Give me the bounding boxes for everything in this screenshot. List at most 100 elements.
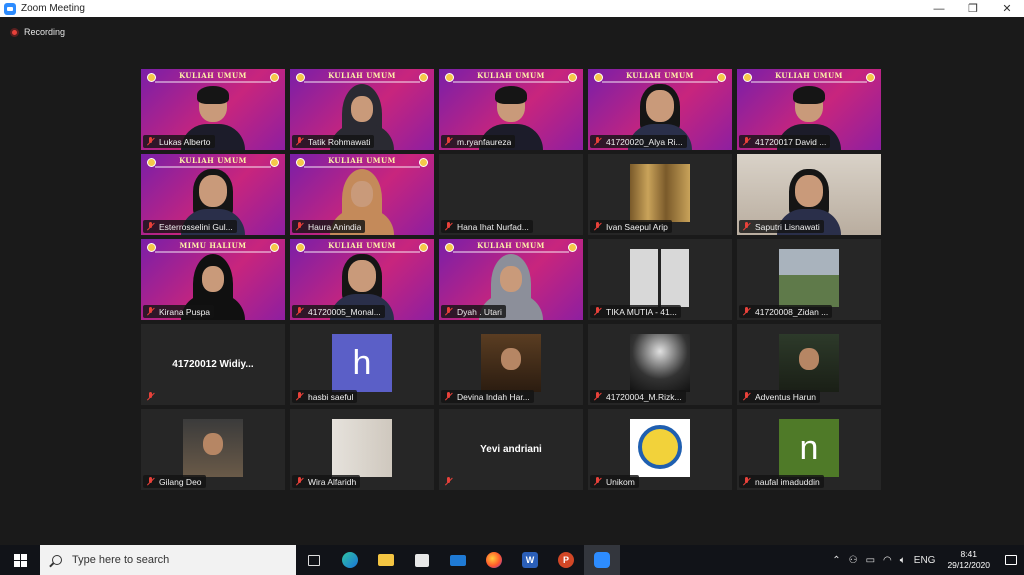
participant-tile[interactable]: Wira Alfaridh bbox=[290, 409, 434, 490]
badge-icon bbox=[419, 73, 428, 82]
mic-muted-icon[interactable] bbox=[295, 137, 304, 146]
notification-button[interactable] bbox=[998, 545, 1024, 575]
participant-tile[interactable]: KULIAH UMUM 41720017 David ... bbox=[737, 69, 881, 150]
chevron-up-icon[interactable]: ⌃ bbox=[828, 555, 844, 566]
volume-icon[interactable]: 🔈︎ bbox=[896, 555, 910, 566]
mic-muted-icon[interactable] bbox=[444, 392, 453, 401]
firefox-button[interactable] bbox=[476, 545, 512, 575]
mail-button[interactable] bbox=[440, 545, 476, 575]
badge-icon bbox=[445, 73, 454, 82]
participant-tile[interactable]: 41720012 Widiy... bbox=[141, 324, 285, 405]
participant-name: Unikom bbox=[606, 476, 635, 487]
participant-tile[interactable]: KULIAH UMUM Esterrosselini Gul... bbox=[141, 154, 285, 235]
edge-button[interactable] bbox=[332, 545, 368, 575]
participant-tile[interactable]: n naufal imaduddin bbox=[737, 409, 881, 490]
window-title: Zoom Meeting bbox=[21, 3, 85, 14]
word-button[interactable]: W bbox=[512, 545, 548, 575]
participant-nameplate: Devina Indah Har... bbox=[441, 390, 534, 403]
participant-tile[interactable]: h hasbi saeful bbox=[290, 324, 434, 405]
participant-tile[interactable]: KULIAH UMUM 41720005_Monal... bbox=[290, 239, 434, 320]
participant-picture bbox=[630, 419, 690, 477]
mic-muted-icon[interactable] bbox=[444, 477, 453, 486]
participant-tile[interactable]: Unikom bbox=[588, 409, 732, 490]
participant-tile[interactable]: Saputri Lisnawati bbox=[737, 154, 881, 235]
mic-muted-icon[interactable] bbox=[295, 392, 304, 401]
mic-muted-icon[interactable] bbox=[295, 307, 304, 316]
participant-nameplate: 41720005_Monal... bbox=[292, 305, 385, 318]
participant-tile[interactable]: 41720004_M.Rizk... bbox=[588, 324, 732, 405]
mic-muted-icon[interactable] bbox=[444, 137, 453, 146]
banner-title: KULIAH UMUM bbox=[775, 71, 843, 80]
wifi-icon[interactable]: ◠ bbox=[879, 555, 896, 566]
mic-muted-icon[interactable] bbox=[742, 137, 751, 146]
participant-tile[interactable]: Yevi andriani bbox=[439, 409, 583, 490]
participant-picture bbox=[332, 419, 392, 477]
mic-muted-icon[interactable] bbox=[146, 137, 155, 146]
mic-muted-icon[interactable] bbox=[742, 222, 751, 231]
participant-tile[interactable]: KULIAH UMUM Dyah . Utari bbox=[439, 239, 583, 320]
participant-picture bbox=[630, 334, 690, 392]
zoom-button[interactable] bbox=[584, 545, 620, 575]
participant-picture bbox=[630, 164, 690, 222]
file-explorer-button[interactable] bbox=[368, 545, 404, 575]
mic-muted-icon[interactable] bbox=[593, 307, 602, 316]
banner-title: KULIAH UMUM bbox=[179, 71, 247, 80]
participant-tile[interactable]: KULIAH UMUM Tatik Rohmawati bbox=[290, 69, 434, 150]
mic-muted-icon[interactable] bbox=[593, 222, 602, 231]
zoom-window: Zoom Meeting — ❐ ✕ Recording KULIAH UMUM… bbox=[0, 0, 1024, 575]
start-button[interactable] bbox=[0, 545, 40, 575]
participant-tile[interactable]: TIKA MUTIA - 41... bbox=[588, 239, 732, 320]
participant-tile[interactable]: Hana Ihat Nurfad... bbox=[439, 154, 583, 235]
mic-muted-icon[interactable] bbox=[742, 392, 751, 401]
language-indicator[interactable]: ENG bbox=[910, 555, 940, 566]
restore-button[interactable]: ❐ bbox=[956, 0, 990, 17]
mic-muted-icon[interactable] bbox=[444, 222, 453, 231]
powerpoint-button[interactable]: P bbox=[548, 545, 584, 575]
mic-muted-icon[interactable] bbox=[146, 307, 155, 316]
folder-icon bbox=[378, 554, 394, 566]
mic-muted-icon[interactable] bbox=[295, 477, 304, 486]
participant-tile[interactable]: Adventus Harun bbox=[737, 324, 881, 405]
participant-tile[interactable]: Devina Indah Har... bbox=[439, 324, 583, 405]
close-button[interactable]: ✕ bbox=[990, 0, 1024, 17]
badge-icon bbox=[147, 243, 156, 252]
participant-nameplate: hasbi saeful bbox=[292, 390, 358, 403]
search-input[interactable] bbox=[72, 554, 272, 566]
recording-indicator[interactable]: Recording bbox=[10, 27, 65, 37]
participant-name: hasbi saeful bbox=[308, 391, 354, 402]
mic-muted-icon[interactable] bbox=[295, 222, 304, 231]
mic-muted-icon[interactable] bbox=[146, 392, 155, 401]
participant-tile[interactable]: KULIAH UMUM 41720020_Alya Ri... bbox=[588, 69, 732, 150]
mic-muted-icon[interactable] bbox=[593, 392, 602, 401]
participant-tile[interactable]: 41720008_Zidan ... bbox=[737, 239, 881, 320]
task-view-button[interactable] bbox=[296, 545, 332, 575]
mic-muted-icon[interactable] bbox=[593, 477, 602, 486]
participant-tile[interactable]: KULIAH UMUM m.ryanfaureza bbox=[439, 69, 583, 150]
participant-name: Devina Indah Har... bbox=[457, 391, 530, 402]
participant-name: Adventus Harun bbox=[755, 391, 816, 402]
participant-nameplate: Ivan Saepul Arip bbox=[590, 220, 672, 233]
participant-nameplate bbox=[143, 390, 159, 403]
mic-muted-icon[interactable] bbox=[444, 307, 453, 316]
taskbar-search[interactable] bbox=[40, 545, 296, 575]
mic-muted-icon[interactable] bbox=[742, 307, 751, 316]
participant-nameplate: m.ryanfaureza bbox=[441, 135, 516, 148]
store-button[interactable] bbox=[404, 545, 440, 575]
participant-name: Dyah . Utari bbox=[457, 306, 502, 317]
participant-tile[interactable]: Ivan Saepul Arip bbox=[588, 154, 732, 235]
firefox-icon bbox=[486, 552, 502, 568]
participant-tile[interactable]: Gilang Deo bbox=[141, 409, 285, 490]
clock[interactable]: 8:41 29/12/2020 bbox=[939, 549, 998, 571]
battery-icon[interactable]: ▭ bbox=[862, 555, 879, 566]
mic-muted-icon[interactable] bbox=[742, 477, 751, 486]
participant-nameplate: Haura Anindia bbox=[292, 220, 366, 233]
participant-tile[interactable]: KULIAH UMUM Haura Anindia bbox=[290, 154, 434, 235]
participant-nameplate: TIKA MUTIA - 41... bbox=[590, 305, 681, 318]
mic-muted-icon[interactable] bbox=[593, 137, 602, 146]
participant-tile[interactable]: KULIAH UMUM Lukas Alberto bbox=[141, 69, 285, 150]
participant-tile[interactable]: MIMU HALIUM Kirana Puspa bbox=[141, 239, 285, 320]
mic-muted-icon[interactable] bbox=[146, 222, 155, 231]
minimize-button[interactable]: — bbox=[922, 0, 956, 17]
mic-muted-icon[interactable] bbox=[146, 477, 155, 486]
people-icon[interactable]: ⚇ bbox=[845, 555, 862, 566]
